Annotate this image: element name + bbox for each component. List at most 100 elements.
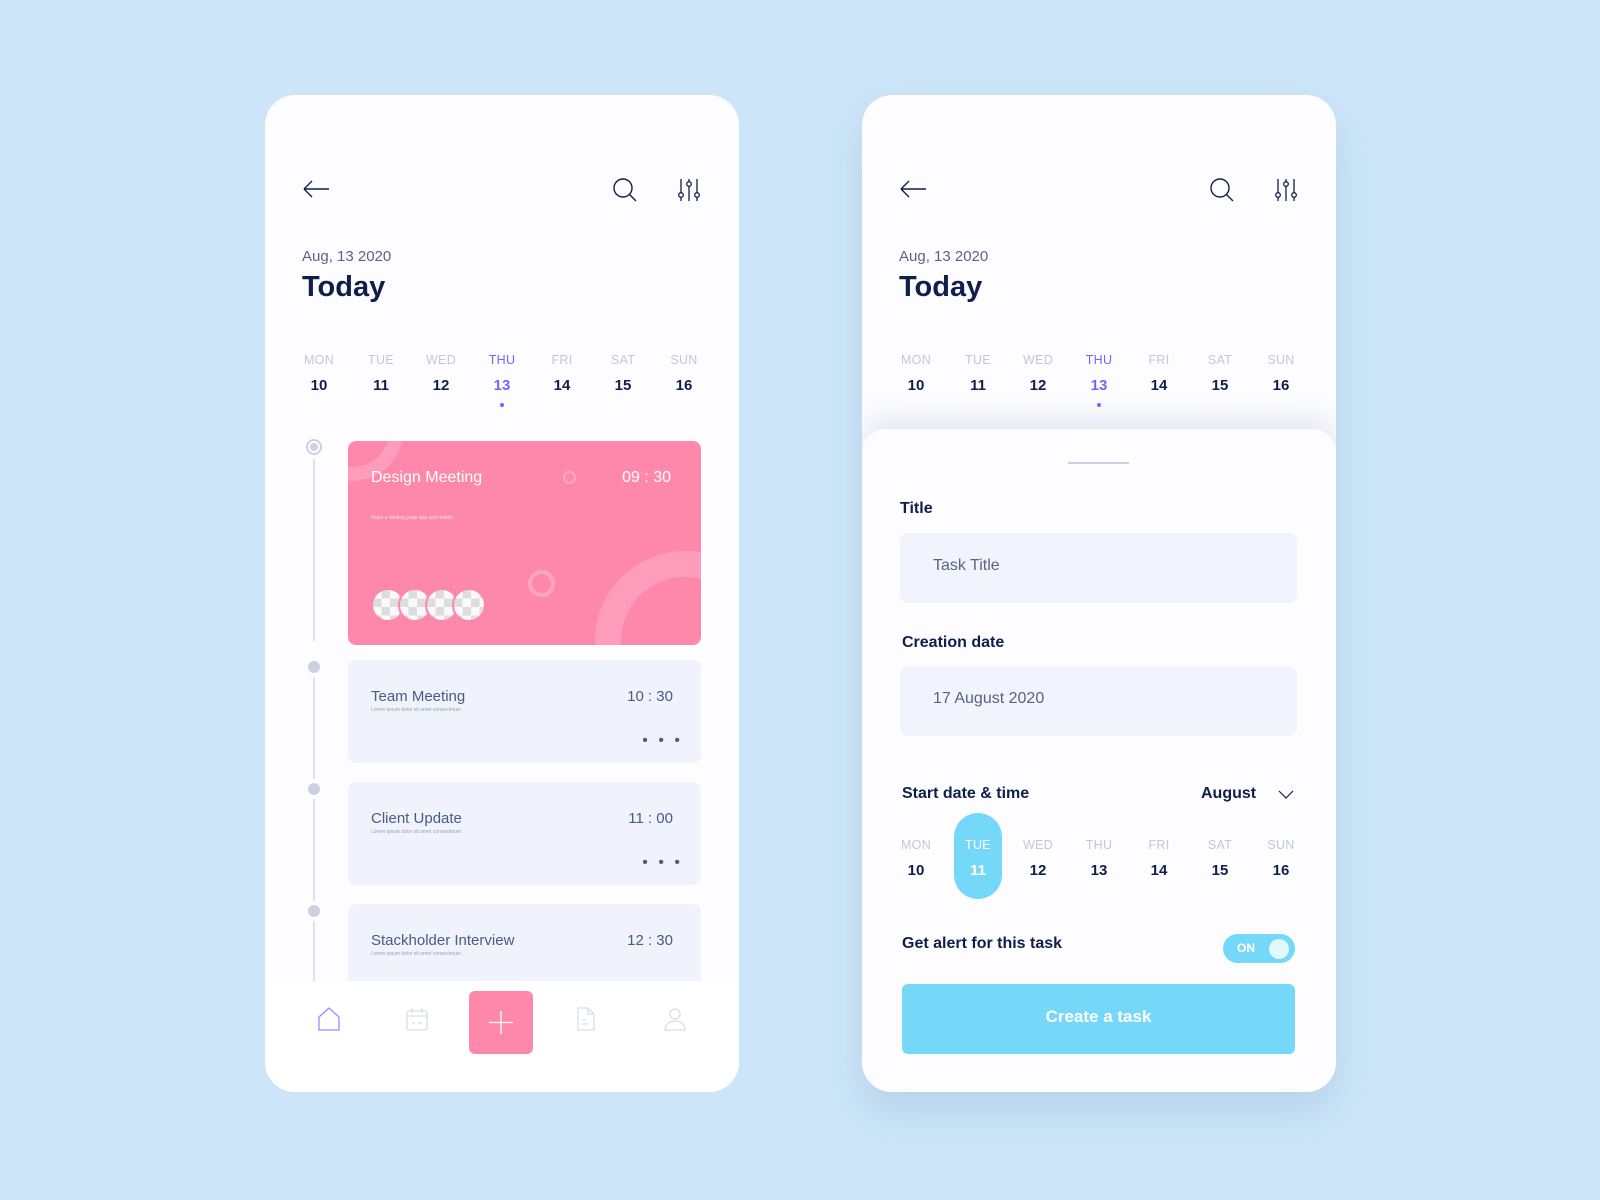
task-desc: Lorem ipsum dolor sit amet consectetuer …: [371, 951, 465, 957]
creation-date-label: Creation date: [902, 634, 1005, 651]
weekday-name: MON: [303, 353, 335, 367]
day-tue[interactable]: TUE 11: [948, 813, 1008, 899]
chevron-down-icon: [1278, 790, 1294, 799]
search-icon[interactable]: [612, 177, 638, 203]
alert-toggle[interactable]: ON: [1223, 934, 1295, 963]
arrow-left-icon[interactable]: [899, 179, 927, 199]
day-number: 11: [373, 377, 389, 394]
day-sun[interactable]: SUN 16: [654, 353, 714, 394]
weekday-name: FRI: [1148, 353, 1170, 367]
day-thu[interactable]: THU 13: [1069, 838, 1129, 879]
task-card-design-meeting[interactable]: Design Meeting 09 : 30 Make a landing pa…: [348, 441, 701, 645]
page-title: Today: [899, 271, 983, 303]
day-number: 12: [1029, 862, 1047, 879]
day-wed[interactable]: WED 12: [411, 353, 471, 394]
day-number: 16: [1272, 862, 1290, 879]
day-number: 13: [1090, 377, 1108, 394]
weekday-name: SUN: [1267, 353, 1295, 367]
task-time: 09 : 30: [622, 469, 671, 486]
decor-circle: [528, 570, 555, 597]
day-fri[interactable]: FRI 14: [1129, 353, 1189, 394]
more-options-button[interactable]: • • •: [642, 733, 683, 749]
title-label: Title: [900, 500, 933, 517]
day-wed[interactable]: WED 12: [1008, 838, 1068, 879]
arrow-left-icon[interactable]: [302, 179, 330, 199]
sliders-icon[interactable]: [1274, 177, 1298, 203]
weekday-name: MON: [900, 353, 932, 367]
sliders-icon[interactable]: [677, 177, 701, 203]
day-fri[interactable]: FRI 14: [532, 353, 592, 394]
timeline-line: [313, 799, 315, 901]
month-dropdown[interactable]: August: [1201, 785, 1294, 803]
task-list-screen: Aug, 13 2020 Today MON 10 TUE 11 WED 12 THU 13 F…: [265, 95, 739, 1092]
search-icon[interactable]: [1209, 177, 1235, 203]
weekday-name: SAT: [1207, 838, 1233, 852]
day-mon[interactable]: MON 10: [886, 838, 946, 879]
timeline-dot: [308, 661, 320, 673]
weekday-name: FRI: [1148, 838, 1170, 852]
day-mon[interactable]: MON 10: [886, 353, 946, 394]
day-wed[interactable]: WED 12: [1008, 353, 1068, 394]
day-number: 10: [907, 377, 925, 394]
timeline-dot: [308, 905, 320, 917]
day-number: 10: [310, 377, 328, 394]
add-task-button[interactable]: [469, 991, 533, 1054]
day-sun[interactable]: SUN 16: [1251, 838, 1311, 879]
page-title: Today: [302, 271, 386, 303]
plus-icon: [489, 1011, 513, 1034]
weekday-name: WED: [1022, 838, 1054, 852]
day-sat[interactable]: SAT 15: [1190, 838, 1250, 879]
day-number: 13: [493, 377, 511, 394]
more-options-button[interactable]: • • •: [642, 855, 683, 871]
day-tue[interactable]: TUE 11: [351, 353, 411, 394]
weekday-name: MON: [900, 838, 932, 852]
start-date-label: Start date & time: [902, 785, 1030, 802]
task-title: Team Meeting: [371, 688, 466, 705]
current-date: Aug, 13 2020: [899, 248, 989, 265]
sheet-handle[interactable]: [1068, 462, 1129, 464]
day-number: 12: [432, 377, 450, 394]
user-icon[interactable]: [664, 1007, 686, 1031]
task-card-team-meeting[interactable]: Team Meeting 10 : 30 Lorem ipsum dolor s…: [348, 660, 701, 763]
home-icon[interactable]: [317, 1007, 341, 1031]
weekday-name: TUE: [965, 353, 991, 367]
weekday-name: WED: [1022, 353, 1054, 367]
task-time: 10 : 30: [627, 688, 673, 705]
day-sat[interactable]: SAT 15: [1190, 353, 1250, 394]
day-sat[interactable]: SAT 15: [593, 353, 653, 394]
timeline-dot: [308, 783, 320, 795]
task-title: Client Update: [371, 810, 462, 827]
day-number: 11: [970, 377, 986, 394]
alert-label: Get alert for this task: [902, 935, 1063, 952]
day-number: 15: [1211, 377, 1229, 394]
task-title-input[interactable]: Task Title: [900, 533, 1297, 603]
bottom-nav: [265, 981, 739, 1092]
decor-circle: [563, 471, 576, 484]
create-task-sheet: Title Task Title Creation date 17 August…: [862, 429, 1336, 1092]
weekday-name: FRI: [551, 353, 573, 367]
weekday-name: SAT: [1207, 353, 1233, 367]
weekday-name: SUN: [670, 353, 698, 367]
day-sun[interactable]: SUN 16: [1251, 353, 1311, 394]
day-fri[interactable]: FRI 14: [1129, 838, 1189, 879]
timeline-line: [313, 677, 315, 779]
weekday-name: SUN: [1267, 838, 1295, 852]
task-title: Design Meeting: [371, 469, 483, 486]
task-card-client-update[interactable]: Client Update 11 : 00 Lorem ipsum dolor …: [348, 782, 701, 885]
create-task-screen: Aug, 13 2020 Today MON 10 TUE 11 WED 12 THU 13 F…: [862, 95, 1336, 1092]
day-mon[interactable]: MON 10: [289, 353, 349, 394]
document-icon[interactable]: [576, 1007, 596, 1031]
day-number: 14: [553, 377, 571, 394]
day-number: 11: [970, 862, 986, 879]
create-task-button[interactable]: Create a task: [902, 984, 1295, 1054]
day-thu[interactable]: THU 13: [472, 353, 532, 407]
decor-circle: [595, 551, 701, 645]
creation-date-input[interactable]: 17 August 2020: [900, 666, 1297, 736]
avatar: [452, 588, 486, 622]
day-number: 15: [614, 377, 632, 394]
day-thu[interactable]: THU 13: [1069, 353, 1129, 407]
day-tue[interactable]: TUE 11: [948, 353, 1008, 394]
day-number: 16: [675, 377, 693, 394]
calendar-icon[interactable]: [405, 1007, 429, 1031]
weekday-name: THU: [488, 353, 516, 367]
